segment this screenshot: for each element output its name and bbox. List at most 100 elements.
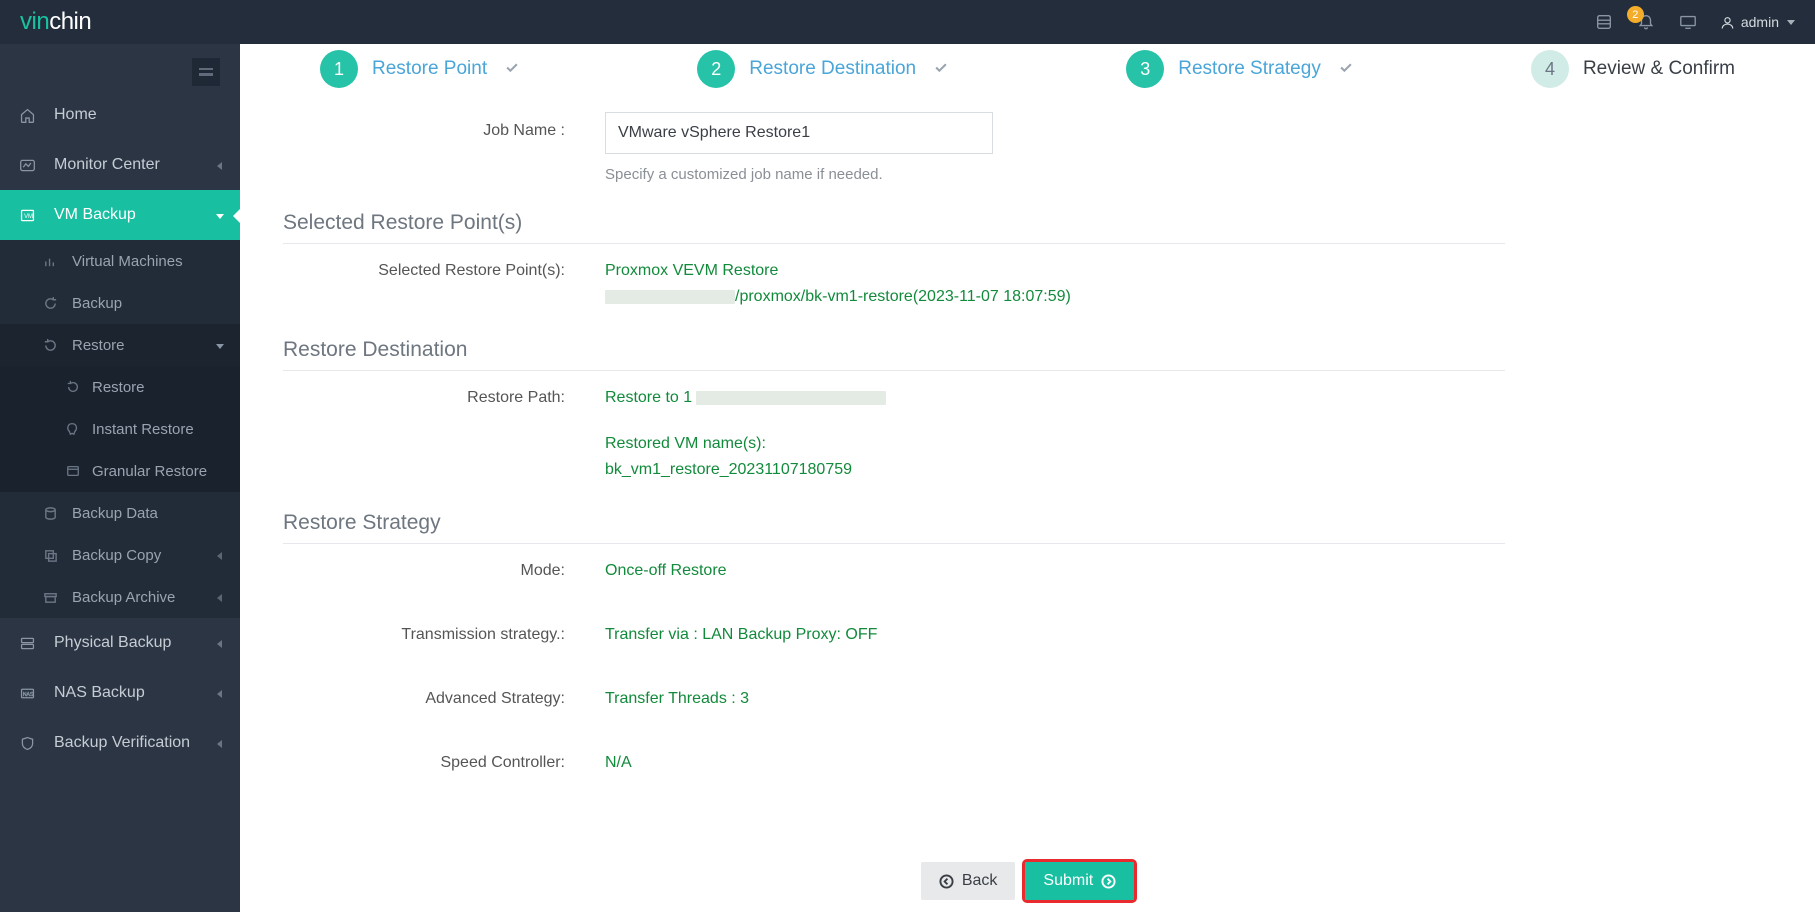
- nav-label: NAS Backup: [54, 684, 145, 702]
- speed-label: Speed Controller:: [283, 750, 605, 776]
- restore-icon: [64, 380, 82, 394]
- archive-icon: [40, 590, 60, 605]
- sub-label: Backup Archive: [72, 589, 175, 606]
- caret-down-icon: [1787, 20, 1795, 25]
- nav-label: Backup Verification: [54, 734, 190, 752]
- restore-path-value: Restore to 1: [605, 385, 1505, 411]
- subnav-backup-archive[interactable]: Backup Archive: [0, 576, 240, 618]
- server-icon: [16, 635, 38, 652]
- job-name-hint: Specify a customized job name if needed.: [605, 166, 1505, 183]
- step-restore-strategy[interactable]: 3 Restore Strategy: [1126, 50, 1353, 88]
- step-restore-point[interactable]: 1 Restore Point: [320, 50, 519, 88]
- restore-submenu: Restore Instant Restore Granular Restore: [0, 366, 240, 492]
- sidebar-toggle[interactable]: [192, 58, 220, 86]
- logo-vin: vin: [20, 8, 49, 36]
- transmission-value: Transfer via : LAN Backup Proxy: OFF: [605, 622, 877, 648]
- subnav-backup-data[interactable]: Backup Data: [0, 492, 240, 534]
- back-button[interactable]: Back: [921, 862, 1016, 900]
- list-icon[interactable]: [1594, 12, 1614, 32]
- job-name-label: Job Name :: [283, 112, 605, 183]
- sub-label: Virtual Machines: [72, 253, 183, 270]
- step-label: Restore Point: [372, 58, 487, 80]
- step-number: 4: [1531, 50, 1569, 88]
- subnav-restore[interactable]: Restore: [0, 324, 240, 366]
- mode-label: Mode:: [283, 558, 605, 584]
- nav-backup-verification[interactable]: Backup Verification: [0, 718, 240, 768]
- notification-badge: 2: [1627, 6, 1644, 23]
- bell-icon[interactable]: 2: [1636, 12, 1656, 32]
- ss-label: Restore: [92, 379, 145, 396]
- restore-path-row: Restore Path: Restore to 1 Restored VM n…: [283, 385, 1505, 483]
- job-name-input[interactable]: [605, 112, 993, 154]
- monitor-icon[interactable]: [1678, 12, 1698, 32]
- user-menu[interactable]: admin: [1720, 14, 1795, 30]
- step-number: 1: [320, 50, 358, 88]
- granular-icon: [64, 464, 82, 478]
- review-content[interactable]: Job Name : Specify a customized job name…: [283, 112, 1515, 840]
- svg-text:VM: VM: [24, 214, 33, 220]
- restore-path-label: Restore Path:: [283, 385, 605, 483]
- sidebar-toggle-row: [0, 44, 240, 90]
- step-label: Restore Strategy: [1178, 58, 1321, 80]
- step-restore-destination[interactable]: 2 Restore Destination: [697, 50, 948, 88]
- main-content: 1 Restore Point 2 Restore Destination 3 …: [240, 44, 1815, 912]
- ss-label: Granular Restore: [92, 463, 207, 480]
- advanced-label: Advanced Strategy:: [283, 686, 605, 712]
- subnav-backup-copy[interactable]: Backup Copy: [0, 534, 240, 576]
- advanced-value: Transfer Threads : 3: [605, 686, 749, 712]
- nav-label: Home: [54, 106, 97, 124]
- shield-icon: [16, 735, 38, 752]
- restore-point-path: /proxmox/bk-vm1-restore(2023-11-07 18:07…: [605, 284, 1505, 310]
- step-label: Review & Confirm: [1583, 58, 1735, 80]
- submit-button[interactable]: Submit: [1025, 862, 1134, 900]
- sub-label: Restore: [72, 337, 125, 354]
- section-restore-destination: Restore Destination: [283, 316, 1505, 371]
- restore-point-name: Proxmox VEVM Restore: [605, 258, 1505, 284]
- nav-home[interactable]: Home: [0, 90, 240, 140]
- restore-point-row: Selected Restore Point(s): Proxmox VEVM …: [283, 258, 1505, 310]
- submit-label: Submit: [1043, 872, 1093, 890]
- sub-label: Backup Copy: [72, 547, 161, 564]
- transmission-row: Transmission strategy.: Transfer via : L…: [283, 622, 1505, 648]
- check-icon: [505, 61, 519, 77]
- nas-icon: NAS: [16, 685, 38, 702]
- subnav-backup[interactable]: Backup: [0, 282, 240, 324]
- copy-icon: [40, 548, 60, 563]
- nav-label: Monitor Center: [54, 156, 160, 174]
- step-review-confirm: 4 Review & Confirm: [1531, 50, 1735, 88]
- advanced-row: Advanced Strategy: Transfer Threads : 3: [283, 686, 1505, 712]
- subnav-virtual-machines[interactable]: Virtual Machines: [0, 240, 240, 282]
- section-restore-point: Selected Restore Point(s): [283, 189, 1505, 244]
- nav-label: VM Backup: [54, 206, 136, 224]
- subsub-restore[interactable]: Restore: [0, 366, 240, 408]
- nav-vm-backup[interactable]: VM VM Backup: [0, 190, 240, 240]
- vm-backup-submenu: Virtual Machines Backup Restore Restore …: [0, 240, 240, 618]
- footer-buttons: Back Submit: [240, 856, 1815, 900]
- user-name: admin: [1741, 14, 1779, 30]
- layout: Home Monitor Center VM VM Backup Virtual…: [0, 44, 1815, 912]
- nav-nas-backup[interactable]: NAS NAS Backup: [0, 668, 240, 718]
- rocket-icon: [64, 422, 82, 436]
- transmission-label: Transmission strategy.:: [283, 622, 605, 648]
- logo-chin: chin: [49, 8, 91, 36]
- topbar-actions: 2 admin: [1594, 12, 1795, 32]
- sub-label: Backup Data: [72, 505, 158, 522]
- wizard-steps: 1 Restore Point 2 Restore Destination 3 …: [280, 44, 1775, 112]
- monitor-center-icon: [16, 157, 38, 174]
- topbar: vinchin 2 admin: [0, 0, 1815, 44]
- restored-vm-value: bk_vm1_restore_20231107180759: [605, 457, 1505, 483]
- step-label: Restore Destination: [749, 58, 916, 80]
- section-restore-strategy: Restore Strategy: [283, 489, 1505, 544]
- svg-text:NAS: NAS: [22, 692, 33, 698]
- subsub-instant-restore[interactable]: Instant Restore: [0, 408, 240, 450]
- nav-label: Physical Backup: [54, 634, 171, 652]
- speed-value: N/A: [605, 750, 632, 776]
- nav-physical-backup[interactable]: Physical Backup: [0, 618, 240, 668]
- check-icon: [1339, 61, 1353, 77]
- sidebar: Home Monitor Center VM VM Backup Virtual…: [0, 44, 240, 912]
- nav-monitor-center[interactable]: Monitor Center: [0, 140, 240, 190]
- subsub-granular-restore[interactable]: Granular Restore: [0, 450, 240, 492]
- mode-row: Mode: Once-off Restore: [283, 558, 1505, 584]
- database-icon: [40, 506, 60, 521]
- refresh-icon: [40, 296, 60, 311]
